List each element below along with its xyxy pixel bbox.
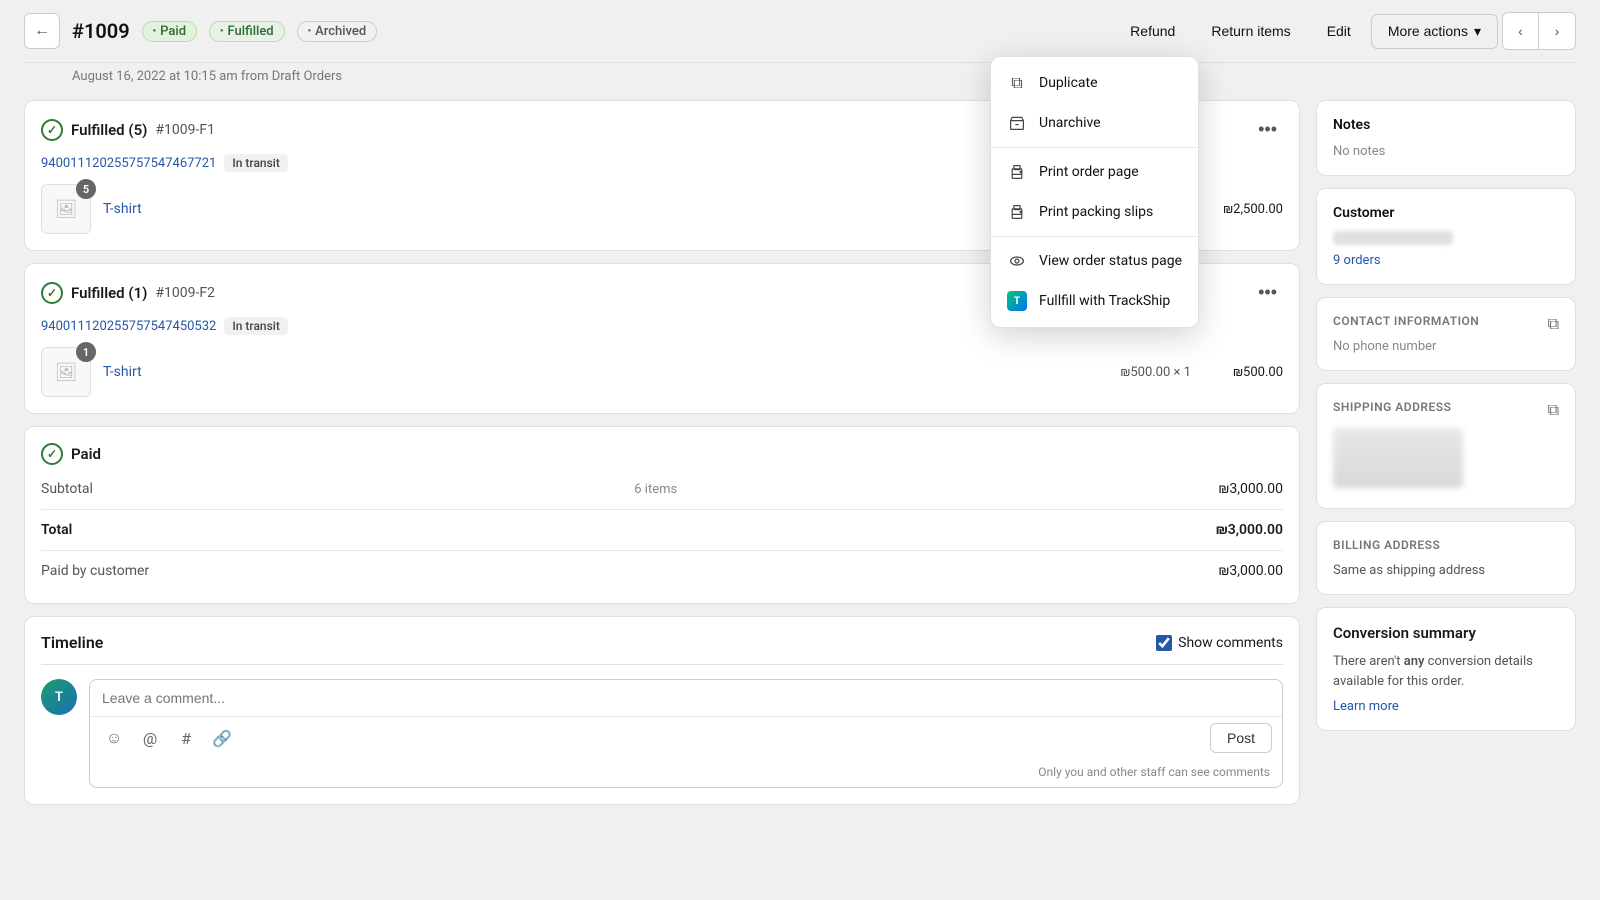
print-order-icon bbox=[1007, 162, 1027, 182]
more-actions-dropdown: ⧉ Duplicate Unarchive Print order page P… bbox=[990, 56, 1199, 328]
eye-icon bbox=[1007, 251, 1027, 271]
duplicate-icon: ⧉ bbox=[1007, 73, 1027, 93]
unarchive-icon bbox=[1007, 113, 1027, 133]
menu-item-view-status[interactable]: View order status page bbox=[991, 241, 1198, 281]
print-packing-icon bbox=[1007, 202, 1027, 222]
menu-item-print-packing[interactable]: Print packing slips bbox=[991, 192, 1198, 232]
menu-item-unarchive[interactable]: Unarchive bbox=[991, 103, 1198, 143]
menu-item-trackship[interactable]: T Fullfill with TrackShip bbox=[991, 281, 1198, 321]
menu-item-duplicate[interactable]: ⧉ Duplicate bbox=[991, 63, 1198, 103]
menu-item-print-order[interactable]: Print order page bbox=[991, 152, 1198, 192]
trackship-icon: T bbox=[1007, 291, 1027, 311]
dropdown-overlay[interactable] bbox=[0, 0, 1600, 900]
